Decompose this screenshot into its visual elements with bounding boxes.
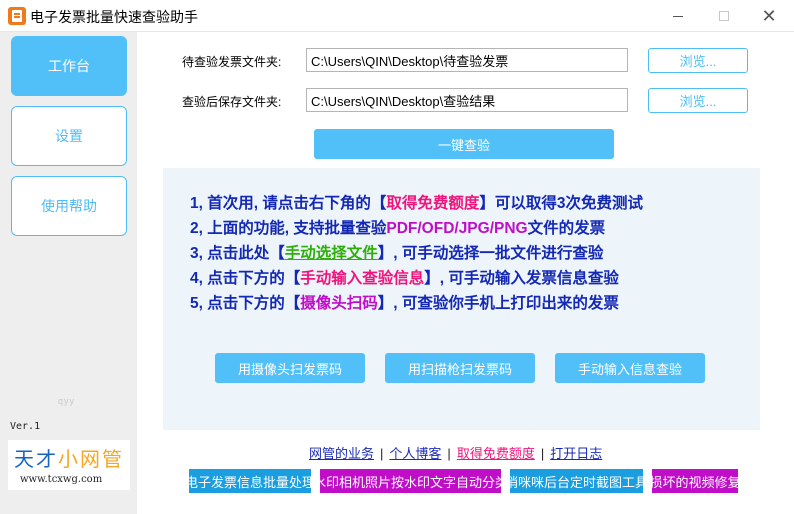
info-line-1: 1, 首次用, 请点击右下角的【取得免费额度】可以取得3次免费测试 [190, 191, 643, 213]
info-line-4: 4, 点击下方的【手动输入查验信息】, 可手动输入发票信息查验 [190, 266, 619, 288]
link-separator: | [540, 446, 545, 461]
logo-text-part2: 小网管 [58, 447, 124, 471]
source-folder-input[interactable] [306, 48, 628, 72]
info-line-2: 2, 上面的功能, 支持批量查验PDF/OFD/JPG/PNG文件的发票 [190, 216, 605, 238]
browse-dest-button[interactable]: 浏览... [648, 88, 748, 113]
one-click-check-button[interactable]: 一键查验 [314, 129, 614, 159]
free-quota-highlight: 取得免费额度 [386, 195, 480, 212]
business-link[interactable]: 网管的业务 [309, 446, 374, 461]
info-line-1-post: 】可以取得3次免费测试 [479, 195, 643, 212]
brand-logo: 天才小网管 www.tcxwg.com [8, 440, 130, 490]
info-line-3-post: 】, 可手动选择一批文件进行查验 [377, 245, 604, 262]
manual-input-highlight: 手动输入查验信息 [300, 270, 425, 287]
browse-source-button[interactable]: 浏览... [648, 48, 748, 73]
file-formats-highlight: PDF/OFD/JPG/PNG [386, 220, 528, 237]
sidebar-item-workbench[interactable]: 工作台 [11, 36, 127, 96]
info-line-4-post: 】, 可手动输入发票信息查验 [424, 270, 619, 287]
link-separator: | [447, 446, 451, 461]
dest-folder-label: 查验后保存文件夹: [182, 95, 282, 109]
info-line-4-pre: 4, 点击下方的【 [190, 270, 301, 287]
link-separator: | [380, 446, 384, 461]
ad-video-repair[interactable]: 损坏的视频修复 [652, 469, 738, 493]
info-panel: 1, 首次用, 请点击右下角的【取得免费额度】可以取得3次免费测试 2, 上面的… [163, 168, 760, 430]
ad-screenshot-tool[interactable]: 悄咪咪后台定时截图工具 [510, 469, 643, 493]
invoice-app-icon [8, 7, 26, 25]
manual-input-button[interactable]: 手动输入信息查验 [555, 353, 705, 383]
footer-links: 网管的业务 | 个人博客 | 取得免费额度 | 打开日志 [309, 443, 602, 462]
maximize-icon [719, 11, 729, 21]
info-line-2-pre: 2, 上面的功能, 支持批量查验 [190, 220, 387, 237]
blog-link[interactable]: 个人博客 [389, 446, 441, 461]
sidebar-item-help[interactable]: 使用帮助 [11, 176, 127, 236]
info-line-3: 3, 点击此处【手动选择文件】, 可手动选择一批文件进行查验 [190, 241, 603, 263]
close-button[interactable]: ✕ [746, 0, 792, 32]
minimize-icon [673, 15, 683, 17]
logo-text-part1: 天才 [14, 447, 58, 471]
logo-text: 天才小网管 [14, 443, 124, 472]
source-folder-label: 待查验发票文件夹: [182, 55, 282, 69]
info-line-5-pre: 5, 点击下方的【 [190, 295, 301, 312]
version-label: Ver.1 [10, 421, 41, 432]
sidebar-item-settings[interactable]: 设置 [11, 106, 127, 166]
window-title: 电子发票批量快速查验助手 [30, 9, 198, 25]
minimize-button[interactable] [655, 0, 701, 32]
logo-url: www.tcxwg.com [20, 474, 103, 485]
info-line-3-pre: 3, 点击此处【 [190, 245, 285, 262]
scanner-gun-button[interactable]: 用扫描枪扫发票码 [385, 353, 535, 383]
camera-scan-highlight: 摄像头扫码 [300, 295, 378, 312]
dest-folder-input[interactable] [306, 88, 628, 112]
maximize-button[interactable] [701, 0, 747, 32]
manual-select-files-link[interactable]: 手动选择文件 [285, 245, 378, 262]
free-quota-link[interactable]: 取得免费额度 [457, 446, 535, 461]
camera-scan-button[interactable]: 用摄像头扫发票码 [215, 353, 365, 383]
open-log-link[interactable]: 打开日志 [550, 446, 602, 461]
ad-watermark-photo-sort[interactable]: 水印相机照片按水印文字自动分类 [320, 469, 501, 493]
ad-invoice-batch[interactable]: 电子发票信息批量处理 [189, 469, 311, 493]
info-line-5-post: 】, 可查验你手机上打印出来的发票 [377, 295, 619, 312]
sidebar: 工作台 设置 使用帮助 qyy Ver.1 天才小网管 www.tcxwg.co… [0, 32, 137, 514]
info-line-1-pre: 1, 首次用, 请点击右下角的【 [190, 195, 387, 212]
watermark-text: qyy [58, 396, 76, 406]
info-line-5: 5, 点击下方的【摄像头扫码】, 可查验你手机上打印出来的发票 [190, 291, 619, 313]
info-line-2-post: 文件的发票 [527, 220, 606, 237]
title-bar: 电子发票批量快速查验助手 ✕ [0, 0, 794, 32]
